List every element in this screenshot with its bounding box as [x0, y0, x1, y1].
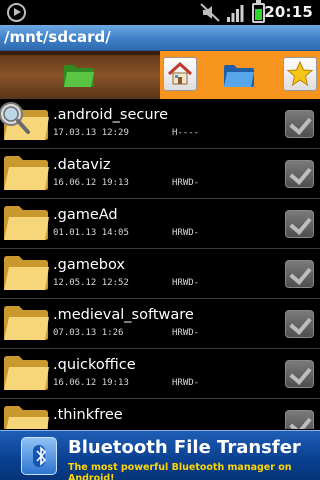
- list-item[interactable]: .android_secure 17.03.13 12:29 H----: [0, 99, 320, 149]
- folder-icon: [4, 206, 49, 240]
- file-name: .gamebox: [53, 257, 125, 273]
- file-name: .quickoffice: [53, 357, 136, 373]
- folder-icon: [4, 356, 49, 390]
- ad-banner[interactable]: Bluetooth File Transfer The most powerfu…: [0, 430, 320, 480]
- file-name: .gameAd: [53, 207, 118, 223]
- file-name: .dataviz: [53, 157, 111, 173]
- select-checkbox[interactable]: [285, 160, 314, 188]
- path-bar[interactable]: /mnt/sdcard/: [0, 25, 320, 51]
- toolbar-tab-left[interactable]: [0, 51, 160, 99]
- file-permissions: HRWD-: [172, 278, 200, 288]
- signal-icon: [227, 5, 244, 22]
- folder-icon: [4, 156, 49, 190]
- file-date: 07.03.13 1:26: [53, 328, 124, 338]
- file-date: 12.05.12 12:52: [53, 278, 129, 288]
- file-name: .android_secure: [53, 107, 169, 123]
- folder-icon: [4, 306, 49, 340]
- select-checkbox[interactable]: [285, 260, 314, 288]
- star-icon: [286, 60, 314, 87]
- list-item[interactable]: .thinkfree: [0, 399, 320, 429]
- play-circle-icon: [7, 3, 26, 22]
- select-checkbox[interactable]: [285, 110, 314, 138]
- status-bar: 20:15: [0, 0, 320, 25]
- bluetooth-rune-icon: [36, 446, 46, 466]
- file-date: 16.06.12 19:13: [53, 178, 129, 188]
- folder-icon: [4, 406, 49, 429]
- ad-subtitle: The most powerful Bluetooth manager on A…: [68, 462, 292, 480]
- select-checkbox[interactable]: [285, 360, 314, 388]
- list-item[interactable]: .gameAd 01.01.13 14:05 HRWD-: [0, 199, 320, 249]
- file-name: .medieval_software: [53, 307, 194, 323]
- list-item[interactable]: .gamebox 12.05.12 12:52 HRWD-: [0, 249, 320, 299]
- file-permissions: H----: [172, 128, 200, 138]
- battery-icon: [252, 0, 265, 23]
- file-date: 01.01.13 14:05: [53, 228, 129, 238]
- select-checkbox[interactable]: [285, 310, 314, 338]
- file-name: .thinkfree: [53, 407, 123, 423]
- list-item[interactable]: .dataviz 16.06.12 19:13 HRWD-: [0, 149, 320, 199]
- folder-icon: [4, 256, 49, 290]
- mute-icon: [200, 3, 220, 22]
- select-checkbox[interactable]: [285, 410, 314, 429]
- file-list[interactable]: .android_secure 17.03.13 12:29 H---- .da…: [0, 99, 320, 429]
- magnifier-icon[interactable]: [0, 100, 30, 134]
- list-item[interactable]: .quickoffice 16.06.12 19:13 HRWD-: [0, 349, 320, 399]
- file-permissions: HRWD-: [172, 178, 200, 188]
- file-permissions: HRWD-: [172, 328, 200, 338]
- blue-folder-icon[interactable]: [223, 62, 255, 88]
- toolbar: [0, 51, 320, 99]
- current-path: /mnt/sdcard/: [4, 28, 111, 46]
- toolbar-stripe: [0, 51, 160, 55]
- favorites-button[interactable]: [283, 57, 317, 91]
- status-time: 20:15: [264, 3, 313, 21]
- home-icon: [167, 61, 193, 85]
- list-item[interactable]: .medieval_software 07.03.13 1:26 HRWD-: [0, 299, 320, 349]
- file-date: 17.03.13 12:29: [53, 128, 129, 138]
- select-checkbox[interactable]: [285, 210, 314, 238]
- green-folder-icon: [64, 65, 94, 87]
- home-button[interactable]: [163, 57, 197, 91]
- file-permissions: HRWD-: [172, 378, 200, 388]
- file-date: 16.06.12 19:13: [53, 378, 129, 388]
- bluetooth-icon: [21, 437, 57, 475]
- ad-title: Bluetooth File Transfer: [68, 437, 301, 458]
- file-permissions: HRWD-: [172, 228, 200, 238]
